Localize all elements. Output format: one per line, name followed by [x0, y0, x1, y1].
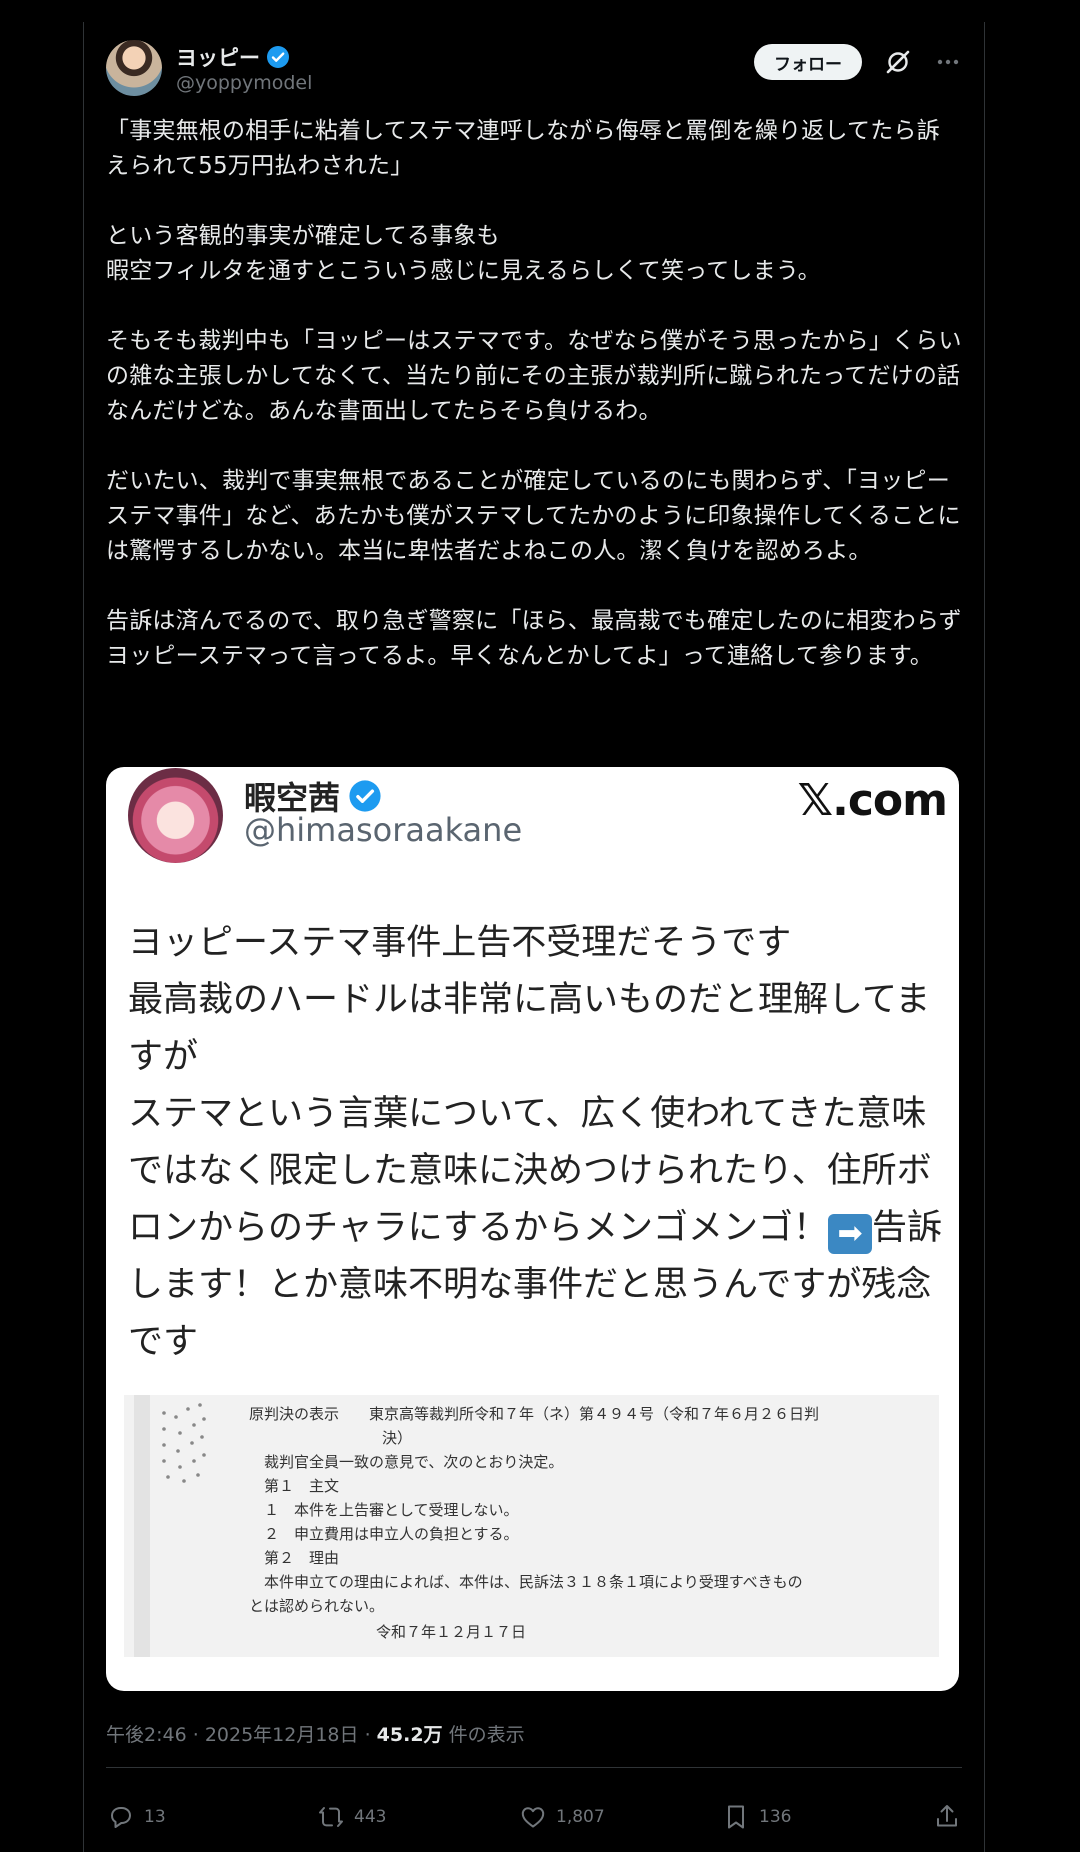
- reply-button[interactable]: 13: [106, 1802, 166, 1832]
- views-label: 件の表示: [448, 1724, 525, 1746]
- repost-button[interactable]: 443: [316, 1802, 386, 1832]
- tweet-column: ヨッピー @yoppymodel フォロー 「事実無根の相手に粘着してステマ連呼…: [83, 22, 985, 1852]
- action-bar: 13 443 1,807 136: [106, 1802, 962, 1846]
- bookmark-button[interactable]: 136: [721, 1802, 791, 1832]
- document-line: 第１ 主文: [264, 1477, 340, 1495]
- tweet-time[interactable]: 午後2:46: [106, 1724, 187, 1746]
- like-button[interactable]: 1,807: [518, 1802, 605, 1832]
- quoted-author-avatar: [128, 768, 223, 863]
- document-line: とは認められない。: [249, 1597, 385, 1615]
- divider: [106, 1767, 962, 1768]
- meta-separator: ·: [192, 1724, 199, 1746]
- share-button[interactable]: [932, 1802, 962, 1832]
- document-line: 第２ 理由: [264, 1549, 340, 1567]
- views-count: 45.2万: [376, 1724, 443, 1746]
- author-handle[interactable]: @yoppymodel: [176, 72, 312, 94]
- author-display-name[interactable]: ヨッピー: [176, 42, 260, 72]
- x-com-logo: 𝕏.com: [797, 775, 948, 826]
- repost-count: 443: [354, 1807, 387, 1827]
- document-line: 原判決の表示 東京高等裁判所令和７年（ネ）第４９４号（令和７年６月２６日判: [249, 1405, 820, 1423]
- author-avatar[interactable]: [106, 40, 162, 96]
- quoted-text: ヨッピーステマ事件上告不受理だそうです 最高裁のハードルは非常に高いものだと理解…: [128, 915, 958, 1371]
- heart-icon: [521, 1807, 545, 1828]
- document-line: 裁判官全員一致の意見で、次のとおり決定。: [264, 1453, 564, 1471]
- verified-badge-icon: [267, 46, 289, 68]
- quoted-handle: @himasoraakane: [244, 811, 523, 849]
- meta-separator: ·: [364, 1724, 371, 1746]
- right-arrow-emoji-icon: ➡: [828, 1214, 873, 1254]
- tweet-header: ヨッピー @yoppymodel フォロー: [106, 40, 962, 100]
- share-icon: [937, 1805, 957, 1827]
- document-line: 決）: [382, 1429, 413, 1447]
- document-line: 本件申立ての理由によれば、本件は、民訴法３１８条１項により受理すべきもの: [264, 1573, 803, 1591]
- more-options-icon[interactable]: [934, 48, 962, 76]
- bookmark-count: 136: [759, 1807, 792, 1827]
- document-line: 令和７年１２月１７日: [376, 1623, 527, 1641]
- document-punch-holes-decoration: [134, 1395, 206, 1657]
- tweet-meta: 午後2:46 · 2025年12月18日 · 45.2万 件の表示: [106, 1720, 525, 1747]
- follow-button[interactable]: フォロー: [754, 44, 862, 80]
- document-line: ２ 申立費用は申立人の負担とする。: [264, 1525, 519, 1543]
- quoted-verified-badge-icon: [349, 780, 381, 812]
- tweet-date[interactable]: 2025年12月18日: [205, 1724, 359, 1746]
- author-name-row: ヨッピー: [176, 42, 290, 72]
- court-document-image: 原判決の表示 東京高等裁判所令和７年（ネ）第４９４号（令和７年６月２６日判 決）…: [124, 1395, 939, 1657]
- reply-count: 13: [144, 1807, 166, 1827]
- grok-icon[interactable]: [884, 48, 912, 76]
- bookmark-icon: [728, 1805, 744, 1829]
- tweet-text: 「事実無根の相手に粘着してステマ連呼しながら侮辱と罵倒を繰り返してたら訴えられて…: [106, 118, 962, 669]
- repost-icon: [319, 1807, 343, 1827]
- quoted-text-main: ヨッピーステマ事件上告不受理だそうです 最高裁のハードルは非常に高いものだと理解…: [128, 923, 932, 1248]
- document-line: １ 本件を上告審として受理しない。: [264, 1501, 519, 1519]
- quoted-tweet-screenshot[interactable]: 暇空茜 @himasoraakane 𝕏.com ヨッピーステマ事件上告不受理だ…: [106, 767, 959, 1691]
- like-count: 1,807: [556, 1807, 605, 1827]
- reply-icon: [111, 1807, 131, 1828]
